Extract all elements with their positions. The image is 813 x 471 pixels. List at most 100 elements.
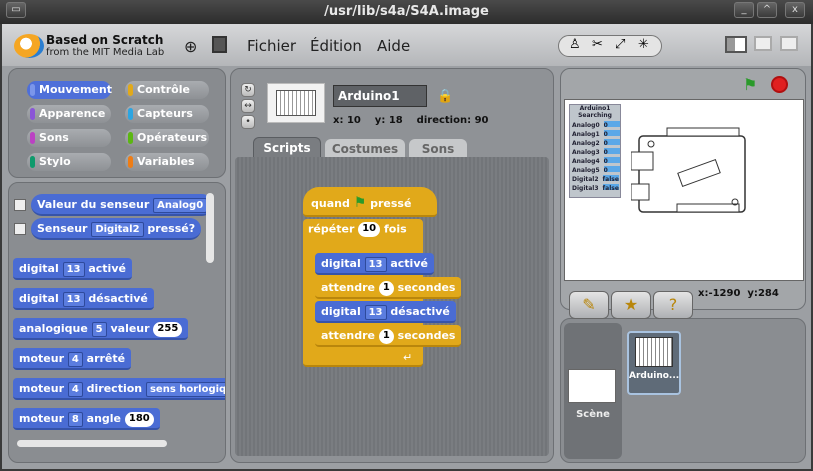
block-suffix: désactivé [88,292,148,305]
tab-scripts[interactable]: Scripts [253,137,321,157]
pin-dropdown[interactable]: Digital2 [91,221,144,237]
pin-dropdown[interactable]: 13 [62,291,85,307]
category-apparence[interactable]: Apparence [27,105,111,123]
tab-sounds[interactable]: Sons [409,139,467,159]
stage-thumbnail[interactable] [568,369,616,403]
board-title: Arduino1 [579,105,611,112]
script-wait-2[interactable]: attendre 1 secondes [315,325,462,347]
block-motor-direction[interactable]: moteur 4 direction sens horlogiq [13,378,225,400]
category-operateurs[interactable]: Opérateurs [125,129,209,147]
cut-icon[interactable]: ✂ [592,37,603,52]
wait-input[interactable]: 1 [378,280,394,296]
block-motor-off[interactable]: moteur 4 arrêté [13,348,132,370]
close-button[interactable]: x [785,2,805,18]
random-sprite-button[interactable]: ? [653,291,693,319]
category-panel: Mouvement Contrôle Apparence Capteurs So… [8,68,226,178]
pin-label: Analog2 [572,140,600,147]
checkbox-sensor[interactable] [14,223,26,235]
presentation-icon[interactable] [780,36,798,51]
shrink-icon[interactable]: ✳ [638,37,649,52]
sprite-name-field[interactable]: Arduino1 [333,85,427,107]
sprite-tile-arduino[interactable]: Arduino... [627,331,681,395]
block-analog[interactable]: analogique 5 valeur 255 [13,318,189,340]
value-input[interactable]: 255 [153,321,183,337]
value-input[interactable]: 180 [124,411,154,427]
mouse-x-label: x: [698,288,709,299]
pin-row: Digital2 false [572,175,620,184]
block-suffix: désactivé [390,305,450,318]
menu-bar: Based on Scratch from the MIT Media Lab … [2,24,811,66]
pin-value: 0 [603,121,620,129]
open-sprite-button[interactable]: ★ [611,291,651,319]
save-icon[interactable] [212,36,227,53]
menu-help[interactable]: Aide [377,37,410,55]
board-sensor-panel[interactable]: Arduino1 Searching Analog0 0 Analog1 0 Ana… [569,104,621,198]
direction-dropdown[interactable]: sens horlogiq [145,381,225,397]
block-digital-on[interactable]: digital 13 activé [13,258,132,280]
tab-costumes[interactable]: Costumes [325,139,405,159]
block-digital-off[interactable]: digital 13 désactivé [13,288,154,310]
script-hat-block[interactable]: quand ⚑ pressé [303,187,437,217]
paint-sprite-button[interactable]: ✎ [569,291,609,319]
block-sensor-pressed[interactable]: Senseur Digital2 pressé? [31,218,202,240]
pin-dropdown[interactable]: 4 [67,381,83,397]
sprite-thumbnail [267,83,325,123]
arduino-board-sprite[interactable] [631,122,751,220]
lock-icon[interactable]: 🔒 [437,89,453,104]
script-digital-off[interactable]: digital 13 désactivé [315,301,456,323]
category-sons[interactable]: Sons [27,129,111,147]
pin-row: Analog5 0 [572,166,620,175]
pin-dropdown[interactable]: 13 [62,261,85,277]
menu-file[interactable]: Fichier [247,37,296,55]
grow-icon[interactable]: ⤢ [615,37,625,52]
pin-value: 0 [603,166,620,174]
small-stage-icon[interactable] [754,36,772,51]
no-rotate-icon[interactable]: • [241,115,255,129]
palette-vscrollbar[interactable] [206,193,214,263]
stop-icon[interactable] [771,76,788,93]
script-digital-on[interactable]: digital 13 activé [315,253,434,275]
menu-edit[interactable]: Édition [310,37,362,55]
pin-dropdown[interactable]: 13 [364,304,387,320]
block-label: digital [19,262,59,275]
scratch-logo[interactable] [14,34,44,58]
block-label: attendre [321,329,375,342]
category-controle[interactable]: Contrôle [125,81,209,99]
repeat-count-input[interactable]: 10 [358,222,381,237]
wait-input[interactable]: 1 [378,328,394,344]
block-label: répéter [308,222,355,236]
stage-canvas[interactable]: Arduino1 Searching Analog0 0 Analog1 0 Ana… [564,99,804,281]
block-sensor-value[interactable]: Valeur du senseur Analog0 [31,194,214,216]
globe-icon[interactable]: ⊕ [184,37,197,56]
normal-stage-icon[interactable] [725,36,747,53]
pin-dropdown[interactable]: 5 [91,321,107,337]
category-capteurs[interactable]: Capteurs [125,105,209,123]
sprite-tile-image [635,337,673,367]
minimize-button[interactable]: _ [734,2,754,18]
block-label: moteur [19,352,64,365]
palette-hscrollbar[interactable] [17,440,167,447]
category-variables[interactable]: Variables [125,153,209,171]
category-stylo[interactable]: Stylo [27,153,111,171]
green-flag-icon[interactable]: ⚑ [743,75,757,94]
pin-dropdown[interactable]: 4 [67,351,83,367]
green-flag-icon: ⚑ [353,195,367,211]
pin-dropdown[interactable]: Analog0 [153,197,208,213]
script-area[interactable]: quand ⚑ pressé répéter 10 fois ↵ digital… [235,157,549,456]
script-wait-1[interactable]: attendre 1 secondes [315,277,462,299]
board-status: Searching [578,112,612,119]
checkbox-sensor-value[interactable] [14,199,26,211]
person-icon[interactable]: ♙ [569,37,581,52]
rotate-icon[interactable]: ↻ [241,83,255,97]
block-label: Valeur du senseur [37,198,150,211]
block-motor-angle[interactable]: moteur 8 angle 180 [13,408,160,430]
pin-label: Analog0 [572,122,600,129]
flip-icon[interactable]: ↔ [241,99,255,113]
pin-dropdown[interactable]: 13 [364,256,387,272]
pin-label: Analog4 [572,158,600,165]
block-suffix: secondes [397,281,456,294]
category-mouvement[interactable]: Mouvement [27,81,112,99]
maximize-button[interactable]: ^ [757,2,777,18]
pin-dropdown[interactable]: 8 [67,411,83,427]
block-suffix: pressé? [147,222,196,235]
